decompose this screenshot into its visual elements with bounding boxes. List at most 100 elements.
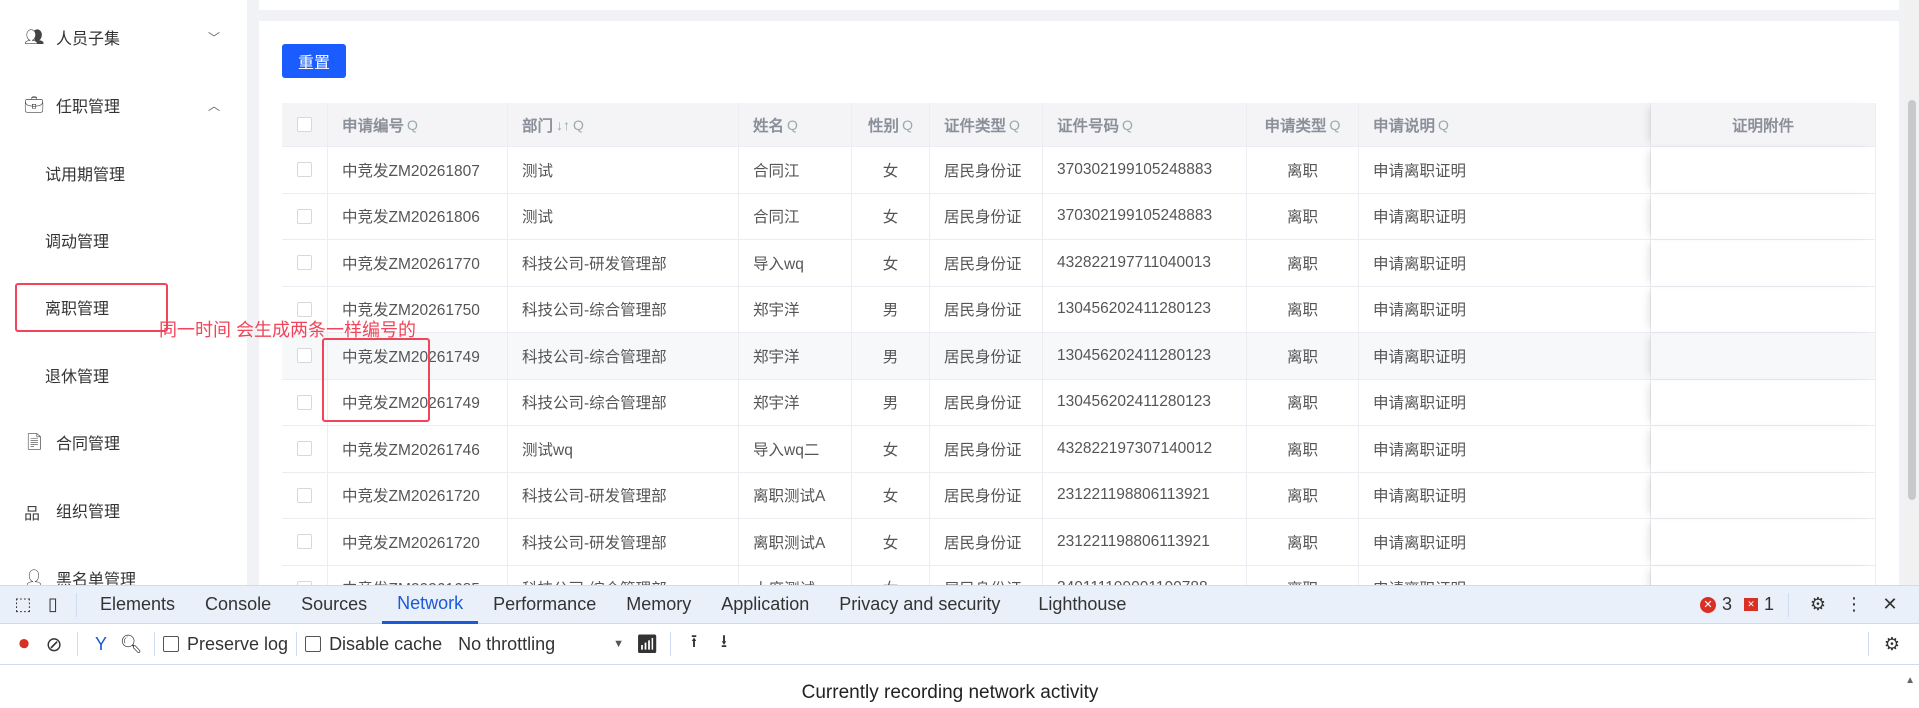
close-icon[interactable]: ✕ <box>1875 590 1905 620</box>
issues-icon[interactable]: ✕ <box>1743 598 1758 611</box>
table-row[interactable]: 中竞发ZM20261720 科技公司-研发管理部 离职测试A 女 居民身份证 231221… <box>282 519 1876 566</box>
device-toolbar-icon[interactable]: ▯ <box>38 590 68 620</box>
filter-icon[interactable]: Y <box>86 629 116 659</box>
row-checkbox[interactable] <box>297 208 312 224</box>
cell-text: 申请离职证明 <box>1373 255 1467 273</box>
table-row[interactable]: 中竞发ZM20261770 科技公司-研发管理部 导入wq 女 居民身份证 4328221… <box>282 240 1876 287</box>
chevron-down-icon[interactable]: ﹀ <box>208 29 220 46</box>
table-row[interactable]: 中竞发ZM20261750 科技公司-综合管理部 郑宇洋男居民身份证 13045620… <box>282 286 1876 333</box>
devtools-tab[interactable]: Performance <box>478 586 611 624</box>
sidebar-item-label: 任职管理 <box>56 99 121 116</box>
error-count-icon[interactable]: ✕ <box>1699 596 1716 613</box>
column-header[interactable]: 申请类型 Q <box>1247 103 1359 146</box>
reset-button[interactable]: 重置 <box>282 44 346 78</box>
row-checkbox[interactable] <box>297 348 312 364</box>
sidebar-item[interactable]: 试用期管理 <box>0 153 247 193</box>
more-options-icon[interactable]: ⋮ <box>1839 590 1869 620</box>
network-settings-gear-icon[interactable]: ⚙ <box>1877 629 1907 659</box>
table-row[interactable]: 中竞发ZM20261720 科技公司-研发管理部 离职测试A 女 居民身份证 231221… <box>282 472 1876 519</box>
sidebar-item[interactable]: 品组织管理 <box>0 490 247 530</box>
cell-text: 中竞发ZM20261720 <box>342 488 480 506</box>
preserve-log-checkbox[interactable] <box>163 636 179 652</box>
scroll-up-arrow-icon[interactable]: ▲ <box>1905 675 1915 686</box>
table-row[interactable]: 中竞发ZM20261749 科技公司-综合管理部 郑宇洋男居民身份证 13045620… <box>282 333 1876 380</box>
sidebar-item[interactable]: 📄︎ 合同管理 <box>0 422 247 462</box>
cell-text: 申请离职证明 <box>1373 209 1467 227</box>
table-cell: 中竞发ZM20261720 <box>328 472 508 518</box>
search-icon[interactable]: Q <box>1009 117 1020 133</box>
sidebar-item[interactable]: 退休管理 <box>0 355 247 395</box>
table-row[interactable]: 中竞发ZM20261746 测试wq 导入wq二 女 居民身份证 432822197307… <box>282 426 1876 473</box>
search-icon[interactable]: Q <box>787 117 798 133</box>
search-icon[interactable]: 🔍︎ <box>116 629 146 659</box>
row-checkbox[interactable] <box>297 394 312 410</box>
search-icon[interactable]: Q <box>407 117 418 133</box>
export-har-icon[interactable]: ⭳ <box>709 629 739 659</box>
cell-text: 科技公司-综合管理部 <box>522 348 667 366</box>
inspect-element-icon[interactable]: ⬚ <box>8 590 38 620</box>
table-header-row[interactable]: 申请编号 Q 部门 ↓↑ Q 姓名 Q 性别 Q 证件类型 Q 证件号码 Q 申请类型 Q 申请说明 Q 证明附件 <box>282 103 1876 147</box>
error-count[interactable]: 3 <box>1722 594 1732 615</box>
search-icon[interactable]: Q <box>573 117 584 133</box>
sidebar-item[interactable]: 💼︎ 任职管理 ︿ <box>0 85 247 125</box>
page-scrollbar[interactable] <box>1905 0 1919 585</box>
devtools-tab[interactable]: Memory <box>611 586 706 624</box>
devtools-tab[interactable]: Sources <box>286 586 382 624</box>
sort-icon[interactable]: ↓↑ <box>556 117 570 133</box>
table-cell: 女 <box>852 472 930 518</box>
column-header[interactable]: 性别 Q <box>852 103 930 146</box>
cell-text: 导入wq <box>753 255 804 273</box>
search-icon[interactable]: Q <box>902 117 913 133</box>
sidebar-item[interactable]: 👥︎ 人员子集 ﹀ <box>0 17 247 57</box>
settings-gear-icon[interactable]: ⚙ <box>1803 590 1833 620</box>
devtools-tab[interactable]: Console <box>190 586 286 624</box>
table-row[interactable]: 中竞发ZM20261806 测试 合同江 女 居民身份证 3703021991052488… <box>282 193 1876 240</box>
table-row[interactable]: 中竞发ZM20261807 测试 合同江 女 居民身份证 3703021991052488… <box>282 147 1876 194</box>
sidebar-item-label: 试用期管理 <box>45 167 126 184</box>
row-checkbox[interactable] <box>297 117 312 132</box>
devtools-tab[interactable]: Lighthouse <box>1023 586 1141 624</box>
disable-cache-label[interactable]: Disable cache <box>329 634 442 655</box>
devtools-tab[interactable]: Privacy and security <box>824 586 1015 624</box>
row-checkbox[interactable] <box>297 301 312 317</box>
throttling-select[interactable]: No throttling <box>458 634 613 655</box>
table-cell <box>1651 286 1876 332</box>
column-header[interactable]: 申请编号 Q <box>328 103 508 146</box>
cell-text: 离职 <box>1286 488 1318 506</box>
table-cell: 居民身份证 <box>930 286 1043 332</box>
clear-icon[interactable]: ⊘ <box>39 629 69 659</box>
column-header[interactable]: 姓名 Q <box>739 103 852 146</box>
disable-cache-checkbox[interactable] <box>305 636 322 652</box>
search-icon[interactable]: Q <box>1122 117 1133 133</box>
row-checkbox[interactable] <box>297 162 312 178</box>
column-header[interactable]: 证件类型 Q <box>930 103 1043 146</box>
record-stop-icon[interactable]: ⏺ <box>9 629 39 659</box>
import-har-icon[interactable]: ⭱ <box>679 629 709 659</box>
cell-text: 中竞发ZM20261770 <box>342 255 480 273</box>
cell-text: 科技公司-研发管理部 <box>522 534 667 552</box>
issues-count[interactable]: 1 <box>1764 594 1774 615</box>
search-icon[interactable]: Q <box>1438 117 1449 133</box>
chevron-up-icon[interactable]: ︿ <box>208 97 220 114</box>
devtools-tab[interactable]: Network <box>382 586 479 624</box>
cell-text: 居民身份证 <box>944 162 1022 180</box>
network-conditions-icon[interactable]: 📶︎ <box>632 629 662 659</box>
column-header[interactable]: 证明附件 <box>1651 103 1876 146</box>
column-header[interactable]: 证件号码 Q <box>1043 103 1247 146</box>
users-icon: 👥︎ <box>24 29 45 46</box>
row-checkbox[interactable] <box>297 441 312 457</box>
dropdown-arrow-icon[interactable]: ▼ <box>613 638 624 650</box>
row-checkbox[interactable] <box>297 534 312 550</box>
cell-text: 导入wq二 <box>753 441 820 459</box>
row-checkbox[interactable] <box>297 255 312 271</box>
sidebar-item[interactable]: 调动管理 <box>0 220 247 260</box>
row-checkbox[interactable] <box>297 487 312 503</box>
preserve-log-label[interactable]: Preserve log <box>187 634 288 655</box>
devtools-tab[interactable]: Application <box>706 586 824 624</box>
scrollbar-thumb[interactable] <box>1908 100 1916 500</box>
column-header[interactable]: 申请说明 Q <box>1359 103 1651 146</box>
table-row[interactable]: 中竞发ZM20261749 科技公司-综合管理部 郑宇洋男居民身份证 13045620… <box>282 379 1876 426</box>
column-header[interactable]: 部门 ↓↑ Q <box>508 103 739 146</box>
search-icon[interactable]: Q <box>1330 117 1341 133</box>
devtools-tab[interactable]: Elements <box>85 586 190 624</box>
